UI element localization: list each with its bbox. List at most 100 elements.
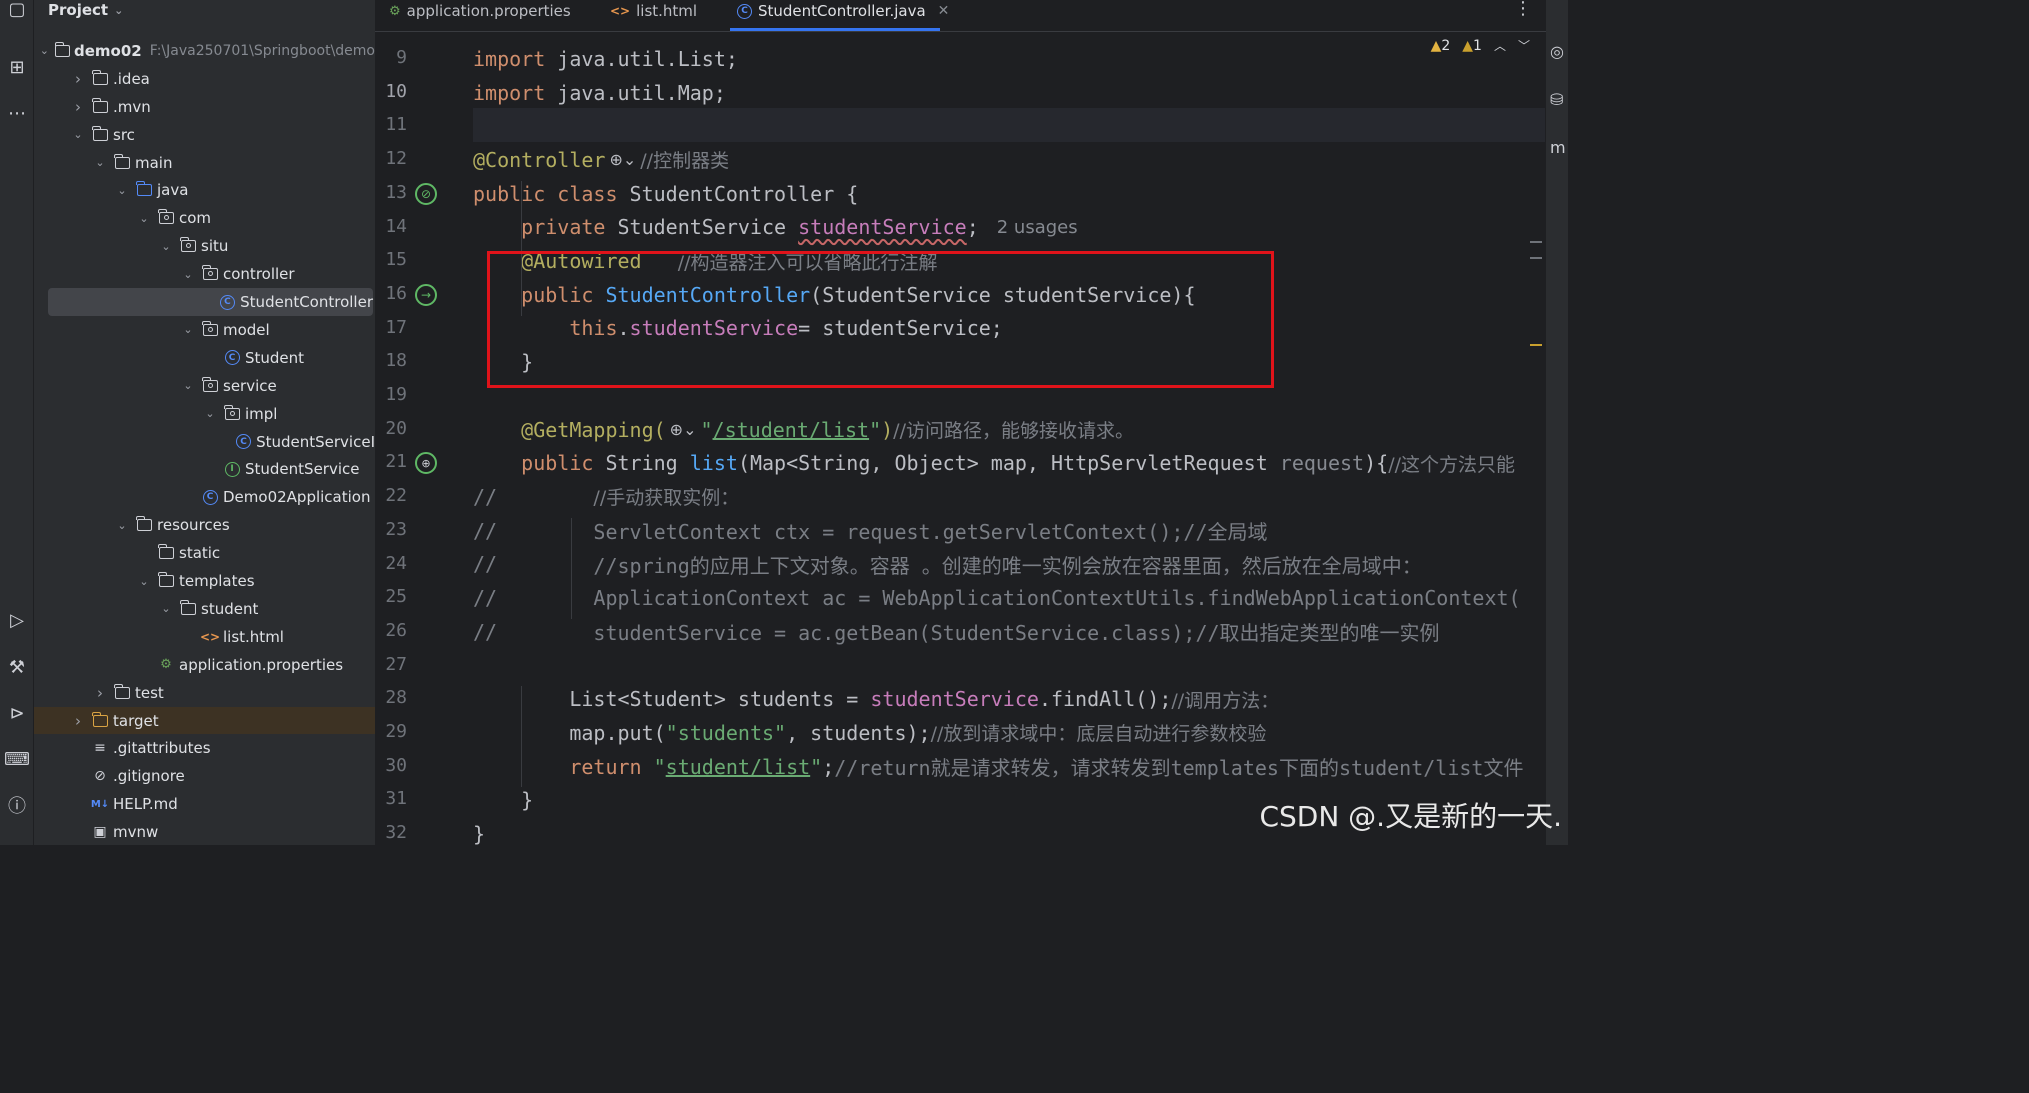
tree-item-studentcontroller[interactable]: C StudentController [48, 288, 373, 316]
tab-student-controller[interactable]: C StudentController.java ✕ [737, 0, 949, 26]
tree-item-application-properties[interactable]: ⚙ application.properties [34, 651, 375, 679]
chevron-down-icon[interactable]: ⌄ [137, 212, 151, 225]
web-endpoint-gutter-icon[interactable]: ⊕ [415, 452, 437, 475]
tree-item-list-html[interactable]: <> list.html [34, 623, 375, 651]
tree-item-controller[interactable]: ⌄ controller [34, 260, 375, 288]
chevron-down-icon[interactable]: ⌄ [203, 407, 217, 420]
tree-item-idea[interactable]: › .idea [34, 65, 375, 93]
tree-item-label: model [223, 320, 270, 339]
problems-icon[interactable]: ⓘ [0, 790, 34, 820]
more-actions-icon[interactable]: ⋮ [1514, 0, 1532, 19]
spring-bean-gutter-icon[interactable]: ⊘ [415, 182, 437, 205]
web-globe-icon[interactable]: ⊕⌄ [609, 150, 636, 169]
close-icon[interactable]: ✕ [938, 3, 950, 19]
folder-icon [91, 69, 109, 87]
tree-item-model[interactable]: ⌄ model [34, 316, 375, 344]
chevron-right-icon[interactable]: › [71, 70, 85, 88]
chevron-down-icon[interactable]: ⌄ [115, 184, 129, 197]
chevron-down-icon[interactable]: ⌄ [159, 240, 173, 253]
tree-item-static[interactable]: static [34, 539, 375, 567]
code-token: // [473, 484, 498, 509]
tree-item-label: .idea [113, 69, 150, 88]
chevron-right-icon[interactable]: › [71, 98, 85, 116]
chevron-right-icon[interactable]: › [71, 712, 85, 730]
package-icon [201, 320, 219, 338]
web-globe-icon[interactable]: ⊕⌄ [670, 420, 697, 439]
code-line: import java.util.Map; [473, 76, 726, 110]
line-number: 30 [385, 754, 407, 776]
folder-icon [91, 97, 109, 115]
tree-item-demo02application[interactable]: C Demo02Application [34, 483, 375, 511]
tree-item-student[interactable]: C Student [34, 344, 375, 372]
chevron-down-icon[interactable]: ⌄ [181, 268, 195, 281]
chevron-down-icon[interactable]: ⌄ [159, 602, 173, 615]
tree-item-mvn[interactable]: › .mvn [34, 93, 375, 121]
structure-tool-icon[interactable]: ⊞ [0, 52, 34, 82]
tree-item-gitignore[interactable]: ⊘ .gitignore [34, 762, 375, 790]
tree-item-test[interactable]: › test [34, 679, 375, 707]
tree-item-target[interactable]: › target [34, 706, 375, 735]
ai-assistant-icon[interactable]: ◎ [1550, 42, 1564, 61]
chevron-down-icon[interactable]: ⌄ [181, 379, 195, 392]
tree-item-main[interactable]: ⌄ main [34, 149, 375, 177]
chevron-down-icon[interactable]: ⌄ [71, 128, 85, 141]
tree-item-src[interactable]: ⌄ src [34, 121, 375, 149]
tree-item-label: templates [179, 572, 255, 591]
run-icon[interactable]: ▷ [0, 605, 34, 635]
usages-hint[interactable]: 2 usages [997, 217, 1078, 238]
indent-guide [571, 517, 572, 619]
tree-item-student[interactable]: ⌄ student [34, 595, 375, 623]
tab-label: list.html [636, 2, 698, 20]
tree-item-resources[interactable]: ⌄ resources [34, 511, 375, 539]
chevron-down-icon[interactable]: ⌄ [181, 323, 195, 336]
tree-item-situ[interactable]: ⌄ situ [34, 232, 375, 260]
chevron-down-icon[interactable]: ⌄ [137, 575, 151, 588]
terminal-icon[interactable]: ⌨ [0, 744, 34, 774]
code-token: map.put( [473, 720, 666, 745]
tree-item-mvnw[interactable]: ▣ mvnw [34, 818, 375, 845]
database-icon[interactable]: ⛁ [1550, 90, 1563, 109]
services-icon[interactable]: ⊳ [0, 698, 34, 728]
tree-item-studentservicei[interactable]: C StudentServiceI [34, 428, 375, 456]
tree-item-demo02[interactable]: ⌄ demo02 F:\Java250701\Springboot\demo [34, 37, 375, 65]
tab-application-properties[interactable]: ⚙ application.properties [389, 0, 571, 26]
code-line: // ApplicationContext ac = WebApplicatio… [473, 581, 1521, 615]
tree-item-label: demo02 [74, 41, 142, 60]
code-view[interactable]: import java.util.List; import java.util.M… [473, 32, 1545, 845]
maven-icon[interactable]: m [1550, 138, 1566, 157]
code-token: } [473, 821, 486, 845]
chevron-down-icon[interactable]: ⌄ [93, 156, 107, 169]
line-number: 27 [385, 653, 407, 675]
chevron-down-icon[interactable]: ⌄ [40, 44, 49, 57]
line-number: 14 [385, 215, 407, 237]
tree-item-gitattributes[interactable]: ≡ .gitattributes [34, 735, 375, 763]
chevron-down-icon[interactable]: ⌄ [115, 519, 129, 532]
editor-tab-bar: ⚙ application.properties <> list.html C … [375, 0, 1568, 32]
chevron-right-icon[interactable]: › [93, 684, 107, 702]
tab-list-html[interactable]: <> list.html [610, 0, 697, 26]
tree-item-com[interactable]: ⌄ com [34, 204, 375, 232]
project-tool-icon[interactable]: ▢ [0, 0, 34, 24]
project-panel-header[interactable]: Project ⌄ [48, 0, 123, 24]
code-line: @Controller ⊕⌄//控制器类 [473, 143, 729, 177]
tree-item-templates[interactable]: ⌄ templates [34, 567, 375, 595]
tree-item-label: HELP.md [113, 795, 178, 814]
tree-item-java[interactable]: ⌄ java [34, 177, 375, 205]
code-line: // ServletContext ctx = request.getServl… [473, 514, 1268, 548]
tree-item-studentservice[interactable]: I StudentService [34, 456, 375, 484]
tree-item-impl[interactable]: ⌄ impl [34, 400, 375, 428]
code-token: //访问路径，能够接收请求。 [893, 420, 1134, 443]
code-token: @GetMapping( [521, 417, 666, 442]
tree-item-service[interactable]: ⌄ service [34, 372, 375, 400]
spring-bean-gutter-icon[interactable]: → [415, 283, 437, 306]
code-token: request [1279, 451, 1365, 476]
watermark: CSDN @.又是新的一天. [1259, 800, 1562, 833]
build-icon[interactable]: ⚒ [0, 652, 34, 682]
more-tools-icon[interactable]: ⋯ [0, 98, 34, 128]
code-token: // [473, 619, 498, 644]
tree-item-help-md[interactable]: M↓ HELP.md [34, 790, 375, 818]
code-token: //放到请求域中：底层自动进行参数校验 [930, 723, 1267, 746]
